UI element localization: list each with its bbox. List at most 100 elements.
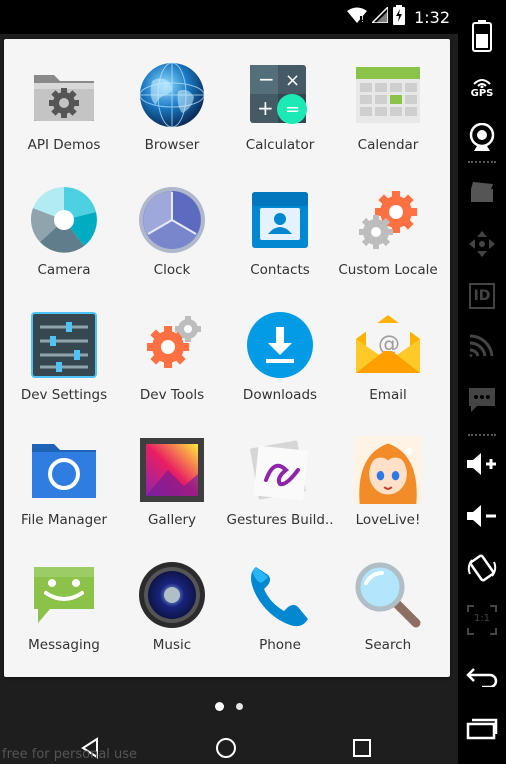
sidebar-back-button[interactable] [460, 654, 504, 698]
rotate-button[interactable] [460, 546, 504, 590]
app-browser[interactable]: Browser [118, 39, 226, 163]
svg-text:=: = [285, 99, 300, 120]
status-time: 1:32 [414, 7, 450, 27]
app-file-manager[interactable]: File Manager [10, 414, 118, 538]
scale-button[interactable]: 1:1 [460, 598, 504, 642]
app-label: Camera [37, 262, 91, 278]
dpad-icon [469, 231, 495, 257]
sidebar-recents-button[interactable] [460, 706, 504, 750]
folder-gear-icon [30, 61, 98, 129]
folder-icon [30, 436, 98, 504]
volume-up-icon [467, 453, 496, 475]
app-label: Contacts [250, 262, 310, 278]
svg-text:−: − [258, 67, 275, 91]
phone-handset-icon [246, 561, 314, 629]
app-dev-tools[interactable]: Dev Tools [118, 289, 226, 413]
camera-button[interactable] [460, 116, 504, 160]
app-calendar[interactable]: Calendar [334, 39, 442, 163]
status-bar: ! 1:32 [0, 0, 458, 34]
dpad-button[interactable] [460, 222, 504, 266]
page-dot[interactable] [236, 702, 243, 710]
volume-down-button[interactable] [460, 494, 504, 538]
app-gallery[interactable]: Gallery [118, 414, 226, 538]
sidebar-divider [468, 161, 496, 163]
magnifier-icon [354, 561, 422, 629]
anime-character-icon [354, 436, 422, 504]
app-label: Browser [144, 137, 200, 153]
wifi-icon: ! [347, 7, 368, 27]
app-label: Gestures Build.. [226, 512, 334, 528]
watermark-text: free for personal use [2, 747, 138, 762]
app-messaging[interactable]: Messaging [10, 539, 118, 663]
gps-signal-icon [473, 78, 491, 88]
app-label: Email [369, 387, 407, 403]
home-button[interactable] [208, 734, 244, 762]
battery-control-button[interactable] [460, 14, 504, 58]
app-label: API Demos [27, 137, 101, 153]
camera-aperture-icon [30, 186, 98, 254]
app-camera[interactable]: Camera [10, 164, 118, 288]
download-icon [246, 311, 314, 379]
gears-icon [138, 311, 206, 379]
chat-bubble-icon [30, 561, 98, 629]
volume-up-button[interactable] [460, 442, 504, 486]
speaker-icon [138, 561, 206, 629]
scale-label: 1:1 [473, 613, 491, 624]
clock-icon [138, 186, 206, 254]
app-label: Search [364, 637, 412, 653]
app-downloads[interactable]: Downloads [226, 289, 334, 413]
app-label: Calculator [245, 137, 315, 153]
app-contacts[interactable]: Contacts [226, 164, 334, 288]
device-id-button[interactable]: ID [460, 274, 504, 318]
app-drawer: API Demos Browser − × + = Calculator Calend… [4, 39, 450, 677]
app-search[interactable]: Search [334, 539, 442, 663]
svg-text:!: ! [361, 15, 364, 23]
calculator-icon: − × + = [246, 61, 314, 129]
svg-text:×: × [285, 70, 300, 91]
app-music[interactable]: Music [118, 539, 226, 663]
gps-label: GPS [470, 87, 494, 99]
app-label: Custom Locale [338, 262, 438, 278]
app-lovelive[interactable]: LoveLive! [334, 414, 442, 538]
app-label: Messaging [28, 637, 100, 653]
cast-button[interactable] [460, 324, 504, 368]
svg-text:+: + [257, 96, 274, 120]
battery-icon [472, 20, 492, 52]
emulator-sidebar: GPS ID 1:1 [458, 0, 506, 764]
sidebar-divider [468, 434, 496, 436]
app-calculator[interactable]: − × + = Calculator [226, 39, 334, 163]
sms-button[interactable] [460, 378, 504, 422]
back-arrow-icon [466, 668, 498, 687]
emulator-screen: ! 1:32 API Demos Browser − × + = Calcula… [0, 0, 458, 764]
app-label: LoveLive! [355, 512, 421, 528]
app-clock[interactable]: Clock [118, 164, 226, 288]
clapperboard-icon [471, 182, 493, 202]
app-gestures-builder[interactable]: Gestures Build.. [226, 414, 334, 538]
cast-icon [469, 334, 494, 358]
cell-signal-icon [370, 5, 389, 27]
gallery-icon [138, 436, 206, 504]
gears-icon [354, 186, 422, 254]
record-button[interactable] [460, 170, 504, 214]
recents-button[interactable] [344, 734, 380, 762]
page-dot-active[interactable] [215, 701, 224, 711]
app-label: Phone [259, 637, 301, 653]
overview-icon [466, 718, 498, 740]
app-api-demos[interactable]: API Demos [10, 39, 118, 163]
app-dev-settings[interactable]: Dev Settings [10, 289, 118, 413]
calendar-icon [354, 61, 422, 129]
scale-icon: 1:1 [466, 604, 498, 636]
gps-button[interactable]: GPS [460, 66, 504, 110]
battery-icon [393, 5, 406, 29]
rotate-screen-icon [467, 554, 497, 582]
app-phone[interactable]: Phone [226, 539, 334, 663]
contacts-icon [246, 186, 314, 254]
id-badge-icon: ID [469, 283, 495, 309]
app-email[interactable]: @ Email [334, 289, 442, 413]
app-label: File Manager [20, 512, 108, 528]
message-icon [469, 388, 495, 412]
webcam-icon [469, 123, 495, 151]
app-label: Clock [153, 262, 191, 278]
app-label: Music [152, 637, 192, 653]
app-custom-locale[interactable]: Custom Locale [334, 164, 442, 288]
